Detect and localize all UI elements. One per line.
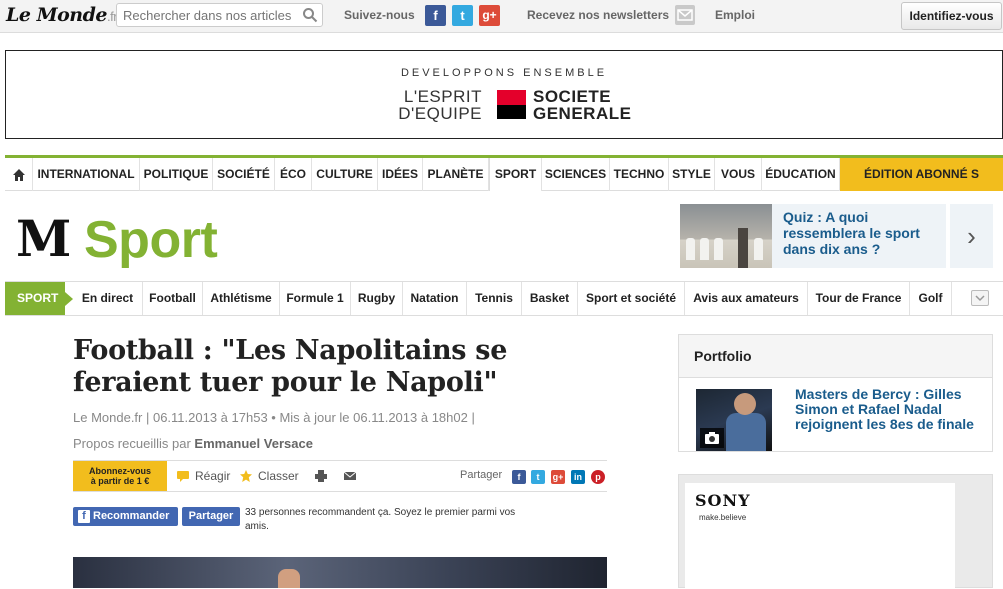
nav-item-sport[interactable]: SPORT: [489, 158, 542, 191]
le-monde-m-logo[interactable]: M: [16, 214, 71, 264]
nav-item-education[interactable]: ÉDUCATION: [762, 158, 840, 191]
societe-generale-logo-icon: [497, 90, 526, 119]
fb-recommend-button[interactable]: f Recommander: [73, 507, 178, 526]
sport-subnav: SPORT En direct Football Athlétisme Form…: [5, 281, 1003, 316]
pinterest-share-icon[interactable]: p: [591, 470, 605, 484]
facebook-icon[interactable]: f: [425, 5, 446, 26]
subnav-item-athletisme[interactable]: Athlétisme: [203, 282, 280, 315]
newsletter-link[interactable]: Recevez nos newsletters: [527, 8, 669, 22]
article-toolbar: Abonnez-vous à partir de 1 € Réagir Clas…: [73, 460, 607, 492]
subnav-item-en-direct[interactable]: En direct: [73, 282, 143, 315]
ad-banner[interactable]: DEVELOPPONS ENSEMBLE L'ESPRIT D'EQUIPE S…: [5, 50, 1003, 139]
search-input[interactable]: [117, 4, 292, 26]
camera-icon: [700, 428, 724, 448]
home-icon[interactable]: [5, 158, 33, 191]
react-button[interactable]: Réagir: [195, 469, 230, 483]
comment-icon[interactable]: [177, 470, 189, 482]
subnav-item-basket[interactable]: Basket: [522, 282, 578, 315]
portfolio-title: Portfolio: [679, 335, 992, 378]
facebook-share-icon[interactable]: f: [512, 470, 526, 484]
fb-share-button[interactable]: Partager: [182, 507, 240, 526]
subnav-item-tennis[interactable]: Tennis: [467, 282, 522, 315]
portfolio-widget: Portfolio Masters de Bercy : Gilles Simo…: [678, 334, 993, 452]
mail-icon[interactable]: [675, 5, 695, 25]
nav-item-vous[interactable]: VOUS: [715, 158, 762, 191]
subnav-item-football[interactable]: Football: [143, 282, 203, 315]
jobs-link[interactable]: Emploi: [715, 8, 755, 22]
fb-social-text: 33 personnes recommandent ça. Soyez le p…: [245, 507, 516, 532]
nav-item-societe[interactable]: SOCIÉTÉ: [213, 158, 275, 191]
nav-item-planete[interactable]: PLANÈTE: [423, 158, 489, 191]
banner-brand: SOCIETE GENERALE: [533, 88, 631, 122]
nav-item-politique[interactable]: POLITIQUE: [140, 158, 213, 191]
follow-label: Suivez-nous: [344, 8, 415, 22]
banner-brand-line1: SOCIETE: [533, 87, 612, 106]
search-box: [116, 3, 323, 27]
twitter-share-icon[interactable]: t: [531, 470, 545, 484]
nav-item-style[interactable]: STYLE: [669, 158, 715, 191]
subnav-sport-tag[interactable]: SPORT: [5, 282, 73, 315]
subscribe-line2: à partir de 1 €: [90, 476, 150, 486]
banner-slogan-line1: L'ESPRIT: [403, 87, 482, 106]
nav-item-idees[interactable]: IDÉES: [378, 158, 423, 191]
twitter-icon[interactable]: t: [452, 5, 473, 26]
article-headline: Football : "Les Napolitains se feraient …: [73, 335, 508, 398]
google-plus-icon[interactable]: g+: [479, 5, 500, 26]
nav-item-techno[interactable]: TECHNO: [610, 158, 669, 191]
subnav-item-golf[interactable]: Golf: [910, 282, 952, 315]
sony-ad[interactable]: SONY make.believe: [678, 474, 993, 589]
portfolio-link[interactable]: Masters de Bercy : Gilles Simon et Rafae…: [795, 387, 985, 432]
chevron-down-icon[interactable]: [971, 290, 989, 306]
sony-logo: SONY: [695, 491, 751, 510]
banner-slogan: L'ESPRIT D'EQUIPE: [370, 88, 482, 122]
article-meta: Le Monde.fr | 06.11.2013 à 17h53 • Mis à…: [73, 410, 475, 425]
author-prefix: Propos recueillis par: [73, 436, 191, 451]
save-button[interactable]: Classer: [258, 469, 299, 483]
promo-thumbnail: [680, 204, 772, 268]
subnav-item-formule-1[interactable]: Formule 1: [280, 282, 351, 315]
facebook-icon: f: [78, 510, 90, 523]
nav-item-culture[interactable]: CULTURE: [312, 158, 378, 191]
print-icon[interactable]: [315, 470, 327, 482]
banner-brand-line2: GENERALE: [533, 104, 632, 123]
promo-card[interactable]: Quiz : A quoi ressemblera le sport dans …: [680, 204, 946, 268]
article-main-photo: [73, 557, 607, 588]
share-label: Partager: [460, 469, 503, 481]
subnav-item-rugby[interactable]: Rugby: [351, 282, 403, 315]
section-title: Sport: [84, 211, 218, 269]
sony-tagline: make.believe: [699, 513, 747, 522]
linkedin-share-icon[interactable]: in: [571, 470, 585, 484]
article-author: Propos recueillis par Emmanuel Versace: [73, 436, 313, 451]
nav-item-international[interactable]: INTERNATIONAL: [33, 158, 140, 191]
fb-recommend-label: Recommander: [93, 510, 170, 522]
subnav-item-natation[interactable]: Natation: [403, 282, 467, 315]
portfolio-thumbnail[interactable]: [696, 389, 772, 451]
search-icon[interactable]: [302, 7, 318, 23]
email-icon[interactable]: [344, 470, 356, 482]
banner-tagline: DEVELOPPONS ENSEMBLE: [400, 67, 608, 79]
subscriber-edition-button[interactable]: ÉDITION ABONNÉ S: [840, 158, 1003, 191]
login-button[interactable]: Identifiez-vous: [901, 2, 1002, 30]
subnav-item-sport-et-societe[interactable]: Sport et société: [578, 282, 685, 315]
subnav-item-tour-de-france[interactable]: Tour de France: [808, 282, 910, 315]
subscribe-button[interactable]: Abonnez-vous à partir de 1 €: [73, 461, 167, 491]
banner-slogan-line2: D'EQUIPE: [398, 104, 482, 123]
chevron-right-icon[interactable]: ›: [950, 204, 993, 268]
subscribe-line1: Abonnez-vous: [89, 466, 151, 476]
logo-text: Le Monde: [6, 4, 107, 26]
nav-item-sciences[interactable]: SCIENCES: [542, 158, 610, 191]
google-plus-share-icon[interactable]: g+: [551, 470, 565, 484]
author-name[interactable]: Emmanuel Versace: [194, 436, 313, 451]
nav-item-eco[interactable]: ÉCO: [275, 158, 312, 191]
le-monde-logo[interactable]: Le Monde.fr: [6, 4, 118, 26]
promo-text[interactable]: Quiz : A quoi ressemblera le sport dans …: [783, 209, 933, 257]
subnav-item-avis-aux-amateurs[interactable]: Avis aux amateurs: [685, 282, 808, 315]
main-nav: INTERNATIONAL POLITIQUE SOCIÉTÉ ÉCO CULT…: [5, 155, 1003, 191]
top-bar: Le Monde.fr Suivez-nous f t g+ Recevez n…: [0, 0, 1003, 33]
star-icon[interactable]: [240, 470, 252, 482]
